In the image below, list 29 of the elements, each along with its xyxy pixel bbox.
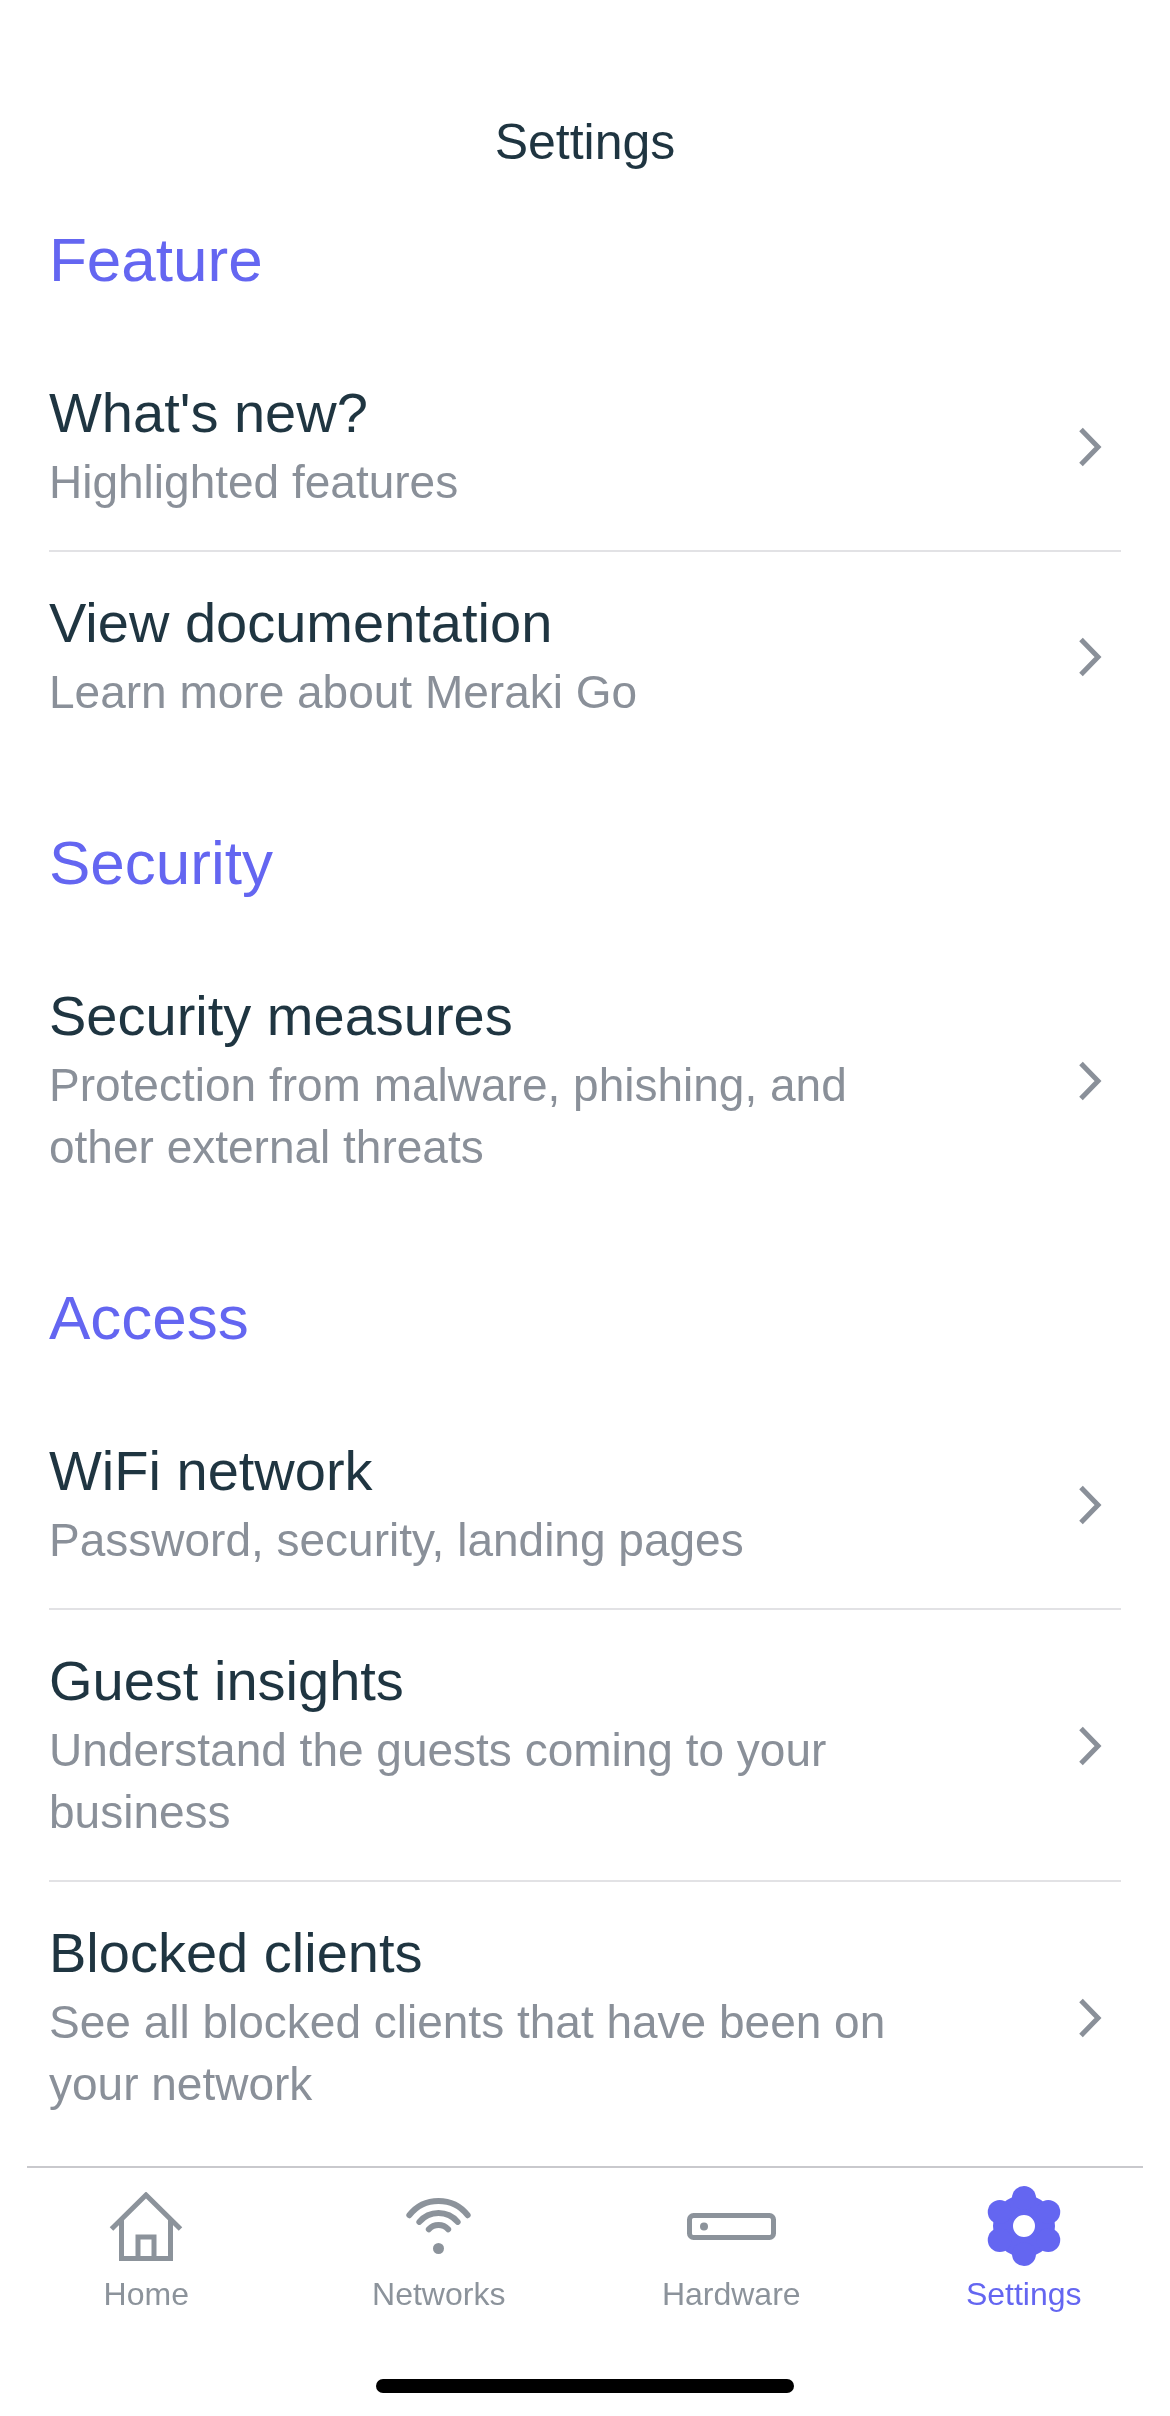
tab-item[interactable]: Hardware	[585, 2184, 878, 2314]
setting-description: Password, security, landing pages	[49, 1513, 744, 1568]
chevron-right-icon[interactable]	[1078, 1725, 1102, 1766]
chevron-right-icon[interactable]	[1078, 636, 1102, 677]
setting-description: See all blocked clients that have been on your network	[49, 1995, 887, 2112]
setting-title: View documentation	[49, 590, 553, 656]
setting-title: What's new?	[49, 380, 368, 446]
section-header: Security	[49, 827, 273, 899]
tab-item[interactable]: Settings	[877, 2184, 1170, 2314]
chevron-right-icon[interactable]	[1078, 1484, 1102, 1525]
setting-title: Security measures	[49, 983, 513, 1049]
setting-description: Understand the guests coming to your business	[49, 1723, 828, 1840]
tab-item[interactable]: Networks	[292, 2184, 585, 2314]
section-header: Access	[49, 1282, 249, 1354]
setting-description: Learn more about Meraki Go	[49, 665, 638, 720]
setting-title: Blocked clients	[49, 1920, 423, 1986]
screen-title: Settings	[494, 113, 676, 172]
setting-title: WiFi network	[49, 1438, 373, 1504]
device-icon	[686, 2212, 776, 2240]
setting-title: Guest insights	[49, 1648, 404, 1714]
tab-item[interactable]: Home	[0, 2184, 293, 2314]
section-header: Feature	[49, 224, 263, 296]
gear-icon	[985, 2186, 1062, 2266]
chevron-right-icon[interactable]	[1078, 426, 1102, 467]
chevron-right-icon[interactable]	[1078, 1997, 1102, 2038]
setting-description: Highlighted features	[49, 455, 459, 510]
chevron-right-icon[interactable]	[1078, 1060, 1102, 1101]
setting-description: Protection from malware, phishing, and other external threats	[49, 1058, 848, 1175]
house-icon	[109, 2191, 184, 2261]
